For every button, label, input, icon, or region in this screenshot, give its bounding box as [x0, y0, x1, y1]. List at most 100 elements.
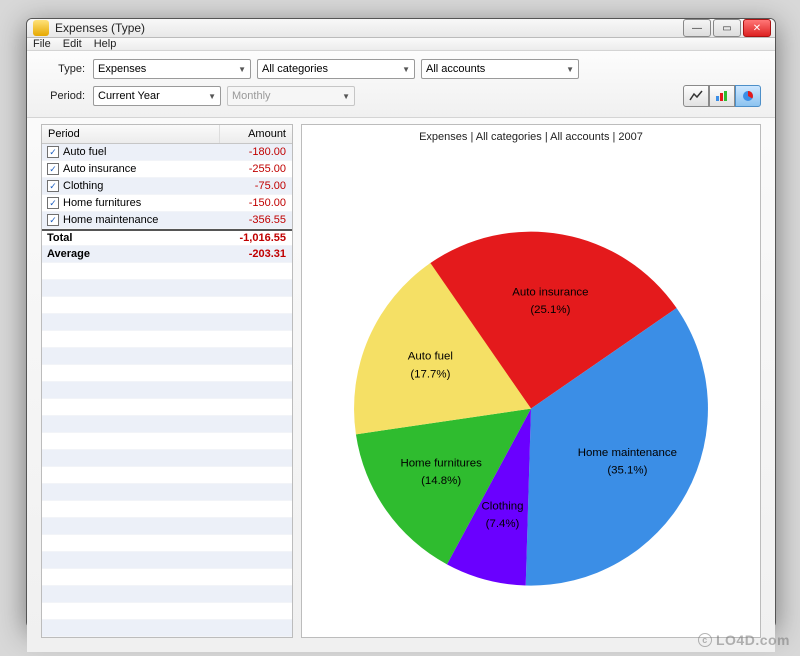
chevron-down-icon: ▼: [402, 65, 410, 74]
type-dropdown-value: Expenses: [98, 63, 146, 75]
row-label: Home maintenance: [63, 214, 158, 226]
row-label: Clothing: [63, 180, 103, 192]
table-row: [42, 331, 292, 348]
type-label: Type:: [41, 63, 85, 75]
table-row: [42, 433, 292, 450]
toolbar: Type: Expenses ▼ All categories ▼ All ac…: [27, 51, 775, 118]
period-dropdown[interactable]: Current Year ▼: [93, 86, 221, 106]
row-amount: -75.00: [220, 180, 292, 192]
menubar: File Edit Help: [27, 38, 775, 51]
checkbox-icon[interactable]: ✓: [47, 180, 59, 192]
maximize-button[interactable]: ▭: [713, 19, 741, 37]
interval-dropdown-value: Monthly: [232, 90, 271, 102]
table-row[interactable]: ✓Home maintenance-356.55: [42, 212, 292, 229]
table-row: [42, 501, 292, 518]
slice-percent: (7.4%): [486, 518, 520, 530]
close-button[interactable]: ✕: [743, 19, 771, 37]
slice-label: Clothing: [482, 500, 524, 512]
table-row: [42, 535, 292, 552]
table-row: [42, 484, 292, 501]
chevron-down-icon: ▼: [566, 65, 574, 74]
table-row: [42, 297, 292, 314]
categories-dropdown-value: All categories: [262, 63, 328, 75]
table-row: [42, 586, 292, 603]
period-label: Period:: [41, 90, 85, 102]
table-row: [42, 365, 292, 382]
menu-file[interactable]: File: [33, 38, 51, 50]
chart-type-toggle: [683, 85, 761, 107]
table-row: [42, 620, 292, 637]
app-icon: [33, 20, 49, 36]
period-dropdown-value: Current Year: [98, 90, 160, 102]
slice-label: Home furnitures: [400, 457, 482, 469]
table-row: [42, 518, 292, 535]
row-label: Home furnitures: [63, 197, 141, 209]
chart-title: Expenses | All categories | All accounts…: [413, 125, 649, 149]
window-title: Expenses (Type): [55, 21, 683, 35]
table-row: [42, 467, 292, 484]
table-row[interactable]: Average -203.31: [42, 246, 292, 263]
chart-panel: Expenses | All categories | All accounts…: [301, 124, 761, 638]
line-chart-button[interactable]: [683, 85, 709, 107]
table-row[interactable]: Total -1,016.55: [42, 229, 292, 246]
interval-dropdown: Monthly ▼: [227, 86, 355, 106]
content-area: Period Amount ✓ Auto fuel -180.00 ✓ Auto ins…: [27, 118, 775, 652]
table-row[interactable]: ✓ Home furnitures -150.00: [42, 195, 292, 212]
row-amount: -255.00: [220, 163, 292, 175]
slice-percent: (25.1%): [530, 304, 570, 316]
table-row[interactable]: ✓ Auto insurance -255.00: [42, 161, 292, 178]
menu-help[interactable]: Help: [94, 38, 117, 50]
table-row: [42, 603, 292, 620]
accounts-dropdown[interactable]: All accounts ▼: [421, 59, 579, 79]
slice-label: Home maintenance: [578, 447, 677, 459]
categories-dropdown[interactable]: All categories ▼: [257, 59, 415, 79]
table-row: [42, 552, 292, 569]
window-controls: — ▭ ✕: [683, 19, 771, 37]
table-row: [42, 348, 292, 365]
pie-chart-button[interactable]: [735, 85, 761, 107]
slice-label: Auto insurance: [512, 286, 588, 298]
slice-label: Auto fuel: [408, 351, 453, 363]
slice-percent: (17.7%): [410, 368, 450, 380]
table-row: [42, 416, 292, 433]
table-row: [42, 399, 292, 416]
minimize-button[interactable]: —: [683, 19, 711, 37]
type-dropdown[interactable]: Expenses ▼: [93, 59, 251, 79]
row-amount: -180.00: [220, 146, 292, 158]
row-amount: -150.00: [220, 197, 292, 209]
menu-edit[interactable]: Edit: [63, 38, 82, 50]
bar-chart-icon: [715, 90, 729, 102]
checkbox-icon[interactable]: ✓: [47, 146, 59, 158]
watermark-text: LO4D.com: [716, 632, 790, 648]
checkbox-icon[interactable]: ✓: [47, 214, 59, 226]
table-row[interactable]: ✓ Clothing -75.00: [42, 178, 292, 195]
pie-chart-icon: [741, 90, 755, 102]
table-header: Period Amount: [42, 125, 292, 144]
copyright-icon: c: [698, 633, 712, 647]
average-amount: -203.31: [220, 248, 292, 260]
bar-chart-button[interactable]: [709, 85, 735, 107]
pie-chart: Auto insurance (25.1%) Home maintenance (35…: [302, 149, 760, 637]
watermark: c LO4D.com: [698, 632, 790, 648]
table-row: [42, 263, 292, 280]
header-period[interactable]: Period: [42, 125, 220, 143]
table-row[interactable]: ✓ Auto fuel -180.00: [42, 144, 292, 161]
chevron-down-icon: ▼: [342, 92, 350, 101]
chevron-down-icon: ▼: [208, 92, 216, 101]
slice-percent: (35.1%): [607, 465, 647, 477]
app-window: Expenses (Type) — ▭ ✕ File Edit Help Typ…: [26, 18, 776, 628]
total-label: Total: [47, 232, 72, 244]
checkbox-icon[interactable]: ✓: [47, 163, 59, 175]
total-amount: -1,016.55: [220, 232, 292, 244]
header-amount[interactable]: Amount: [220, 125, 292, 143]
table-row: [42, 314, 292, 331]
data-table: Period Amount ✓ Auto fuel -180.00 ✓ Auto ins…: [41, 124, 293, 638]
average-label: Average: [47, 248, 90, 260]
line-chart-icon: [689, 90, 703, 102]
checkbox-icon[interactable]: ✓: [47, 197, 59, 209]
slice-percent: (14.8%): [421, 475, 461, 487]
row-label: Auto fuel: [63, 146, 106, 158]
table-row: [42, 382, 292, 399]
table-row: [42, 280, 292, 297]
row-label: Auto insurance: [63, 163, 136, 175]
